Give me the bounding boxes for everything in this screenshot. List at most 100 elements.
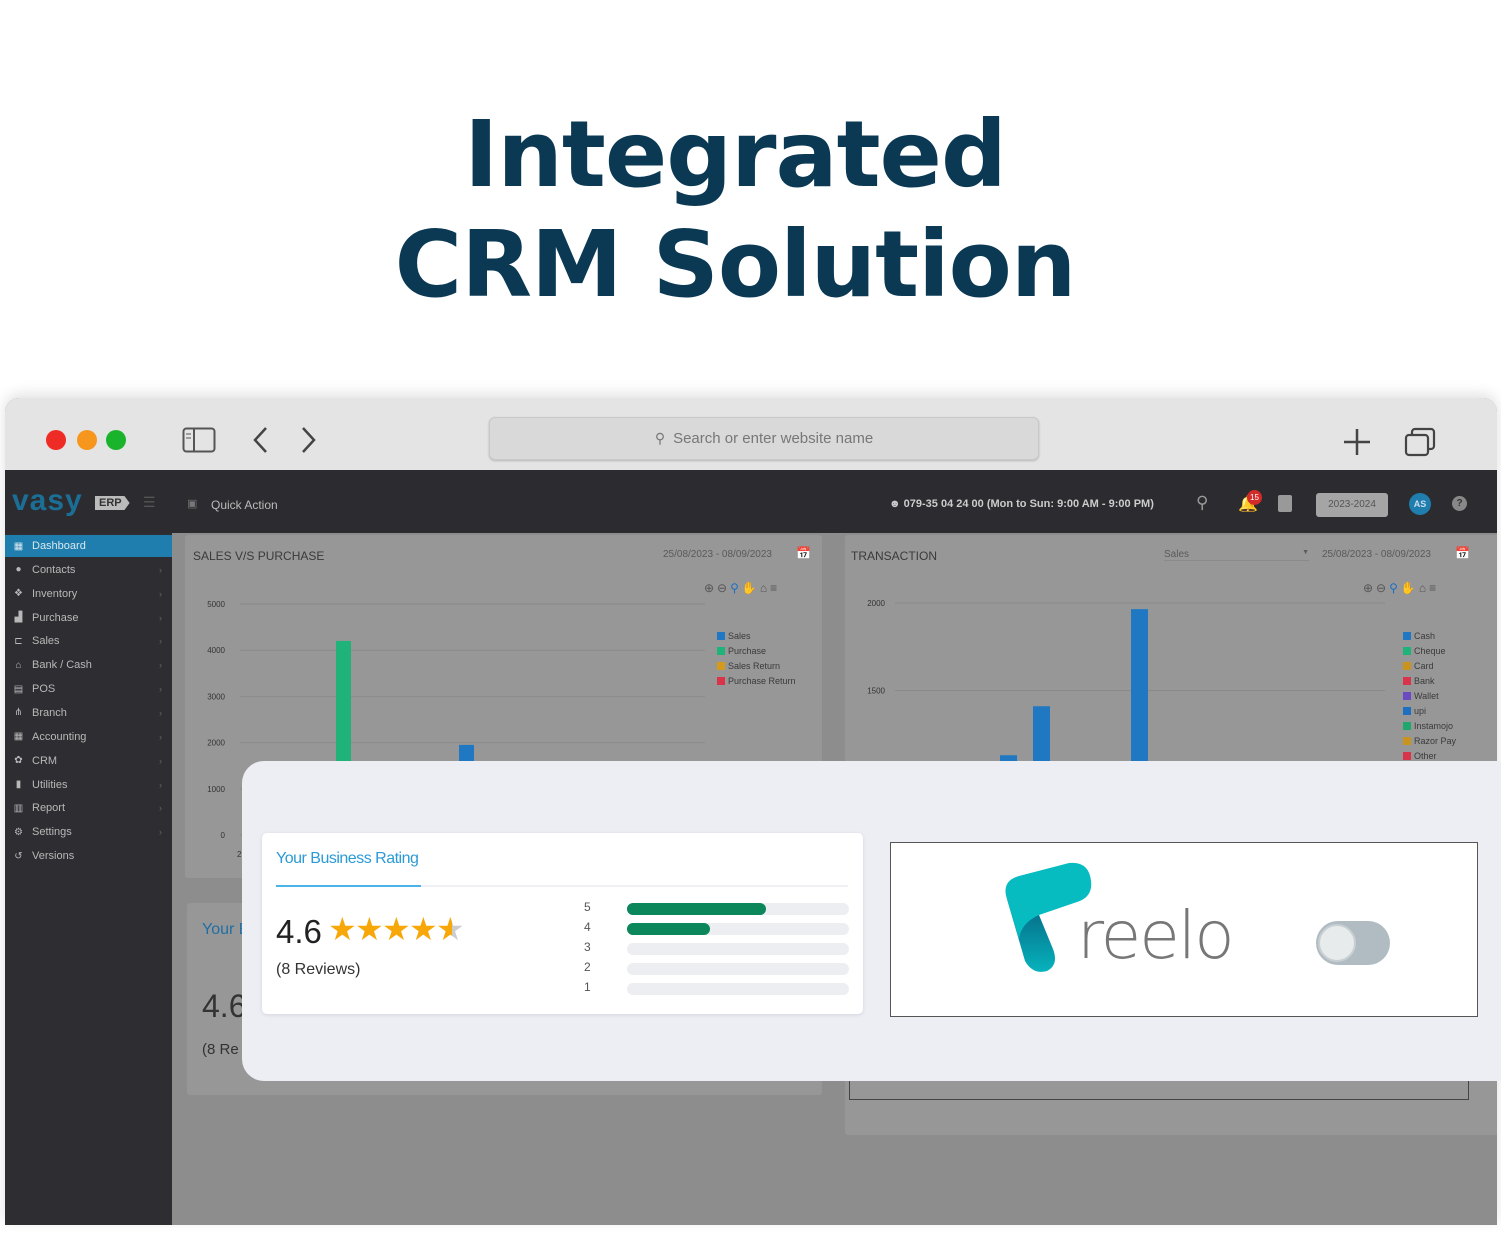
sidebar-item-report[interactable]: ▥ Report ›	[5, 797, 172, 819]
support-text: 079-35 04 24 00 (Mon to Sun: 9:00 AM - 9…	[903, 498, 1154, 510]
sidebar-item-label: Contacts	[32, 563, 76, 576]
sidebar-item-label: CRM	[32, 754, 58, 767]
legend-item[interactable]: Purchase Return	[717, 674, 796, 689]
sidebar-item-branch[interactable]: ⋔ Branch ›	[5, 702, 172, 724]
legend-item[interactable]: Cheque	[1403, 644, 1456, 659]
legend-label: Sales Return	[728, 661, 781, 671]
maximize-window-button[interactable]	[106, 430, 126, 450]
rating-bar	[627, 903, 849, 915]
chevron-right-icon: ›	[159, 564, 162, 575]
y-tick-label: 2000	[867, 599, 885, 608]
sidebar-item-crm[interactable]: ✿ CRM ›	[5, 750, 172, 772]
sidebar-item-label: Report	[32, 802, 66, 815]
rating-bar-fill	[627, 903, 766, 915]
star-icon: ★	[328, 911, 357, 947]
legend-item[interactable]: Purchase	[717, 644, 796, 659]
hero-title: Integrated CRM Solution	[0, 100, 1470, 320]
y-tick-label: 4000	[207, 646, 225, 655]
address-bar[interactable]: ⚲ Search or enter website name	[489, 417, 1039, 460]
chevron-right-icon: ›	[159, 612, 162, 623]
legend-label: Instamojo	[1414, 721, 1454, 731]
minimize-window-button[interactable]	[77, 430, 97, 450]
legend-swatch	[1403, 722, 1411, 730]
sidebar-item-label: Versions	[32, 850, 75, 863]
sidebar-item-dashboard[interactable]: ▦ Dashboard	[5, 535, 172, 557]
legend-swatch	[717, 677, 725, 685]
chevron-left-icon[interactable]	[251, 426, 271, 454]
handshake-icon: ✿	[14, 755, 23, 767]
quick-action-button[interactable]: Quick Action	[211, 498, 278, 512]
rating-level-label: 1	[584, 980, 591, 994]
help-icon[interactable]: ?	[1452, 496, 1467, 511]
rating-level-label: 3	[584, 940, 591, 954]
sidebar-item-versions[interactable]: ↺ Versions	[5, 845, 172, 867]
user-icon: ●	[15, 564, 22, 576]
rating-divider	[276, 885, 848, 887]
y-tick-label: 1500	[867, 687, 885, 696]
sidebar-icon[interactable]	[182, 427, 216, 453]
boxes-icon: ❖	[14, 588, 23, 600]
avatar[interactable]: AS	[1409, 493, 1431, 515]
sidebar-item-label: Inventory	[32, 587, 78, 600]
legend-label: Cash	[1414, 631, 1436, 641]
rating-level-label: 4	[584, 920, 591, 934]
legend-item[interactable]: Card	[1403, 659, 1456, 674]
rating-bar	[627, 983, 849, 995]
app-logo[interactable]: vasy	[12, 484, 83, 518]
fiscal-year-selector[interactable]: 2023-2024	[1316, 493, 1388, 517]
legend-item[interactable]: Razor Pay	[1403, 734, 1456, 749]
sidebar-item-inventory[interactable]: ❖ Inventory ›	[5, 583, 172, 605]
sidebar-item-bank-cash[interactable]: ⌂ Bank / Cash ›	[5, 654, 172, 676]
legend-item[interactable]: Wallet	[1403, 689, 1456, 704]
address-placeholder: Search or enter website name	[673, 430, 874, 447]
search-icon[interactable]: ⚲	[1196, 493, 1208, 513]
tabs-icon[interactable]	[1404, 427, 1436, 457]
sidebar-item-pos[interactable]: ▤ POS ›	[5, 678, 172, 700]
y-tick-label: 3000	[207, 692, 225, 701]
legend-item[interactable]: upi	[1403, 704, 1456, 719]
menu-toggle-icon[interactable]: ☰	[143, 494, 156, 511]
integration-toggle[interactable]	[1316, 921, 1390, 965]
sidebar-item-label: Purchase	[32, 611, 79, 624]
legend-label: Cheque	[1414, 646, 1446, 656]
legend-item[interactable]: Sales	[717, 629, 796, 644]
sidebar-item-purchase[interactable]: ▟ Purchase ›	[5, 607, 172, 629]
cart-icon: ⊏	[14, 635, 23, 647]
quick-action-icon: ▣	[187, 498, 198, 510]
plus-icon[interactable]	[1342, 427, 1372, 457]
chart-legend: Cash Cheque Card Bank Wallet upi Instamojo Razo…	[1403, 629, 1456, 764]
rating-bar	[627, 943, 849, 955]
reelo-logo-text: reelo	[1077, 897, 1235, 974]
legend-swatch	[1403, 707, 1411, 715]
legend-swatch	[717, 647, 725, 655]
history-icon: ↺	[14, 850, 23, 862]
sidebar-item-utilities[interactable]: ▮ Utilities ›	[5, 774, 172, 796]
sidebar-item-settings[interactable]: ⚙ Settings ›	[5, 821, 172, 843]
sidebar-item-sales[interactable]: ⊏ Sales ›	[5, 630, 172, 652]
sidebar-item-label: Settings	[32, 826, 72, 839]
legend-item[interactable]: Instamojo	[1403, 719, 1456, 734]
transaction-table-frame	[849, 1080, 1469, 1100]
legend-item[interactable]: Bank	[1403, 674, 1456, 689]
browser-toolbar: ⚲ Search or enter website name	[5, 398, 1497, 470]
support-info: ☻ 079-35 04 24 00 (Mon to Sun: 9:00 AM -…	[889, 498, 1154, 510]
legend-swatch	[717, 662, 725, 670]
legend-item[interactable]: Cash	[1403, 629, 1456, 644]
chevron-right-icon[interactable]	[298, 426, 318, 454]
review-count: (8 Reviews)	[276, 961, 361, 978]
gears-icon: ⚙	[14, 826, 23, 838]
sidebar-item-accounting[interactable]: ▦ Accounting ›	[5, 726, 172, 748]
chevron-right-icon: ›	[159, 755, 162, 766]
legend-item[interactable]: Sales Return	[717, 659, 796, 674]
rating-level-label: 2	[584, 960, 591, 974]
sidebar-item-contacts[interactable]: ● Contacts ›	[5, 559, 172, 581]
close-window-button[interactable]	[46, 430, 66, 450]
app-header: vasy ERP ☰ ▣ Quick Action ☻ 079-35 04 24…	[5, 470, 1497, 533]
chart-legend: Sales Purchase Sales Return Purchase Return	[717, 629, 796, 689]
rating-value: 4.6	[276, 913, 322, 950]
legend-label: Other	[1414, 751, 1437, 761]
chevron-right-icon: ›	[159, 803, 162, 814]
legend-label: Purchase Return	[728, 676, 796, 686]
chevron-right-icon: ›	[159, 827, 162, 838]
calculator-icon[interactable]	[1278, 495, 1292, 512]
